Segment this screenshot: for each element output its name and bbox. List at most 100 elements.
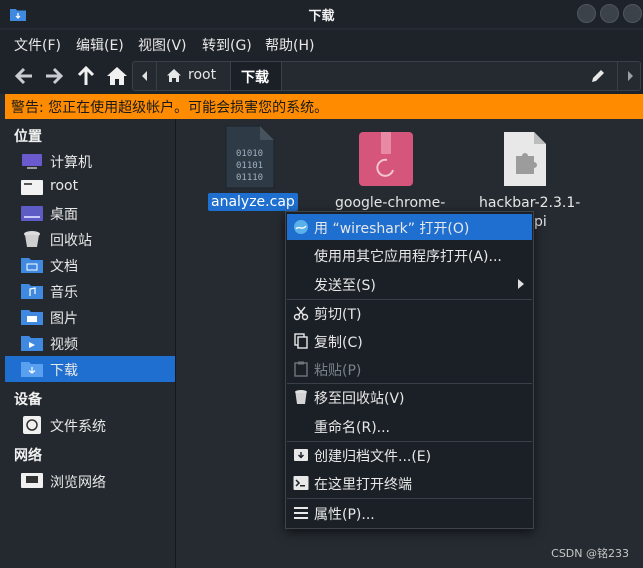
trash-icon xyxy=(295,390,307,404)
menu-item-label: 剪切(T) xyxy=(314,307,362,323)
videos-folder-icon xyxy=(21,336,43,351)
title-bar: 下载 xyxy=(0,0,643,28)
menu-item-label: 发送至(S) xyxy=(314,278,376,294)
svg-text:01101: 01101 xyxy=(236,161,263,171)
pictures-folder-icon xyxy=(21,310,43,325)
sidebar-devices-header: 设备 xyxy=(14,392,42,408)
network-icon xyxy=(21,473,43,488)
svg-text:01110: 01110 xyxy=(236,173,263,183)
path-scroll-right-button[interactable] xyxy=(617,62,641,90)
file-item-google-chrome[interactable]: google-chrome- xyxy=(332,124,446,214)
chevron-left-icon xyxy=(142,71,147,81)
sidebar-item-browse-network[interactable]: 浏览网络 xyxy=(5,468,175,494)
menu-edit[interactable]: 编辑(E) xyxy=(76,35,124,55)
menu-item-create-archive[interactable]: 创建归档文件...(E) xyxy=(287,442,532,468)
computer-icon xyxy=(22,154,42,169)
breadcrumb-root-label: root xyxy=(188,67,217,83)
back-arrow-icon[interactable] xyxy=(10,63,38,89)
sidebar-item-label: 图片 xyxy=(50,311,78,327)
downloads-folder-icon xyxy=(21,362,43,377)
menu-help[interactable]: 帮助(H) xyxy=(265,35,314,55)
root-warning-bar: 警告: 您正在使用超级帐户。可能会损害您的系统。 xyxy=(5,94,643,119)
sidebar-item-trash[interactable]: 回收站 xyxy=(5,226,175,252)
paste-icon xyxy=(294,361,308,377)
sidebar-network-header: 网络 xyxy=(14,448,42,464)
sidebar-item-root[interactable]: root xyxy=(5,174,175,200)
path-bar: root 下载 xyxy=(132,61,641,91)
context-menu: 用 “wireshark” 打开(O) 使用用其它应用程序打开(A)... 发送… xyxy=(285,211,534,529)
menu-item-rename[interactable]: 重命名(R)... xyxy=(287,413,532,439)
svg-text:01010: 01010 xyxy=(236,149,263,159)
copy-icon xyxy=(294,333,308,349)
menu-item-open-with-wireshark[interactable]: 用 “wireshark” 打开(O) xyxy=(287,214,532,240)
breadcrumb-current-label: 下载 xyxy=(241,70,269,86)
menu-item-label: 移至回收站(V) xyxy=(314,391,405,407)
menu-item-label: 创建归档文件...(E) xyxy=(314,449,432,465)
menu-go[interactable]: 转到(G) xyxy=(202,35,252,55)
menu-item-cut[interactable]: 剪切(T) xyxy=(287,300,532,326)
sidebar-item-label: root xyxy=(50,178,79,194)
menu-separator xyxy=(287,498,532,499)
menu-item-send-to[interactable]: 发送至(S) xyxy=(287,271,532,297)
sidebar-item-videos[interactable]: 视频 xyxy=(5,330,175,356)
maximize-button[interactable] xyxy=(600,4,619,23)
music-folder-icon xyxy=(21,284,43,299)
menu-item-properties[interactable]: 属性(P)... xyxy=(287,500,532,526)
path-scroll-left-button[interactable] xyxy=(133,62,157,90)
sidebar-item-filesystem[interactable]: 文件系统 xyxy=(5,412,175,438)
forward-arrow-icon[interactable] xyxy=(40,63,68,89)
chevron-right-icon xyxy=(628,71,633,81)
file-item-analyze-cap[interactable]: 01010 01101 01110 analyze.cap xyxy=(205,124,298,220)
file-name-label: google-chrome- xyxy=(335,195,446,211)
menu-item-open-with-other[interactable]: 使用用其它应用程序打开(A)... xyxy=(287,242,532,268)
menu-item-label: 在这里打开终端 xyxy=(314,477,412,493)
menu-item-paste[interactable]: 粘贴(P) xyxy=(287,356,532,382)
sidebar-item-label: 下载 xyxy=(50,363,78,379)
menu-file[interactable]: 文件(F) xyxy=(14,35,61,55)
sidebar-item-documents[interactable]: 文档 xyxy=(5,252,175,278)
archive-icon xyxy=(294,449,308,461)
menu-item-label: 复制(C) xyxy=(314,335,363,351)
menu-item-open-terminal[interactable]: 在这里打开终端 xyxy=(287,470,532,496)
sidebar-item-pictures[interactable]: 图片 xyxy=(5,304,175,330)
sidebar-item-downloads[interactable]: 下载 xyxy=(5,356,175,382)
menu-bar: 文件(F) 编辑(E) 视图(V) 转到(G) 帮助(H) xyxy=(0,30,643,58)
root-warning-text: 警告: 您正在使用超级帐户。可能会损害您的系统。 xyxy=(11,100,329,116)
toolbar: root 下载 xyxy=(0,58,643,94)
sidebar-item-desktop[interactable]: 桌面 xyxy=(5,200,175,226)
scissors-icon xyxy=(293,306,309,321)
menu-item-label: 使用用其它应用程序打开(A)... xyxy=(314,249,502,265)
sidebar-item-computer[interactable]: 计算机 xyxy=(5,148,175,174)
properties-icon xyxy=(294,507,308,519)
minimize-button[interactable] xyxy=(577,4,596,23)
sidebar-item-label: 回收站 xyxy=(50,233,92,249)
trash-icon xyxy=(24,231,40,247)
documents-folder-icon xyxy=(21,258,43,273)
sidebar-item-label: 桌面 xyxy=(50,207,78,223)
sidebar: 位置 计算机 root 桌面 回收站 文档 音乐 图片 视频 下载 设备 文件系… xyxy=(0,119,176,568)
watermark: CSDN @铭233 xyxy=(551,547,629,560)
menu-item-label: 重命名(R)... xyxy=(314,420,391,436)
menu-item-label: 用 “wireshark” 打开(O) xyxy=(314,221,470,237)
breadcrumb-current[interactable]: 下载 xyxy=(230,62,282,90)
submenu-arrow-icon xyxy=(518,279,524,289)
menu-item-label: 属性(P)... xyxy=(314,507,375,523)
window-title: 下载 xyxy=(308,9,335,24)
menu-view[interactable]: 视图(V) xyxy=(138,35,187,55)
sidebar-places-header: 位置 xyxy=(14,129,42,145)
terminal-icon xyxy=(293,476,309,490)
close-button[interactable] xyxy=(623,4,642,23)
sidebar-item-music[interactable]: 音乐 xyxy=(5,278,175,304)
menu-item-label: 粘贴(P) xyxy=(314,363,362,379)
menu-item-move-to-trash[interactable]: 移至回收站(V) xyxy=(287,384,532,410)
sidebar-item-label: 文档 xyxy=(50,259,78,275)
desktop-folder-icon xyxy=(21,206,43,221)
binary-file-icon: 01010 01101 01110 xyxy=(225,125,275,189)
menu-item-copy[interactable]: 复制(C) xyxy=(287,328,532,354)
sidebar-item-label: 浏览网络 xyxy=(50,475,106,491)
home-icon xyxy=(167,69,181,82)
home-icon[interactable] xyxy=(103,63,131,89)
sidebar-item-label: 文件系统 xyxy=(50,419,106,435)
edit-path-icon[interactable] xyxy=(588,67,608,85)
up-arrow-icon[interactable] xyxy=(72,63,100,89)
